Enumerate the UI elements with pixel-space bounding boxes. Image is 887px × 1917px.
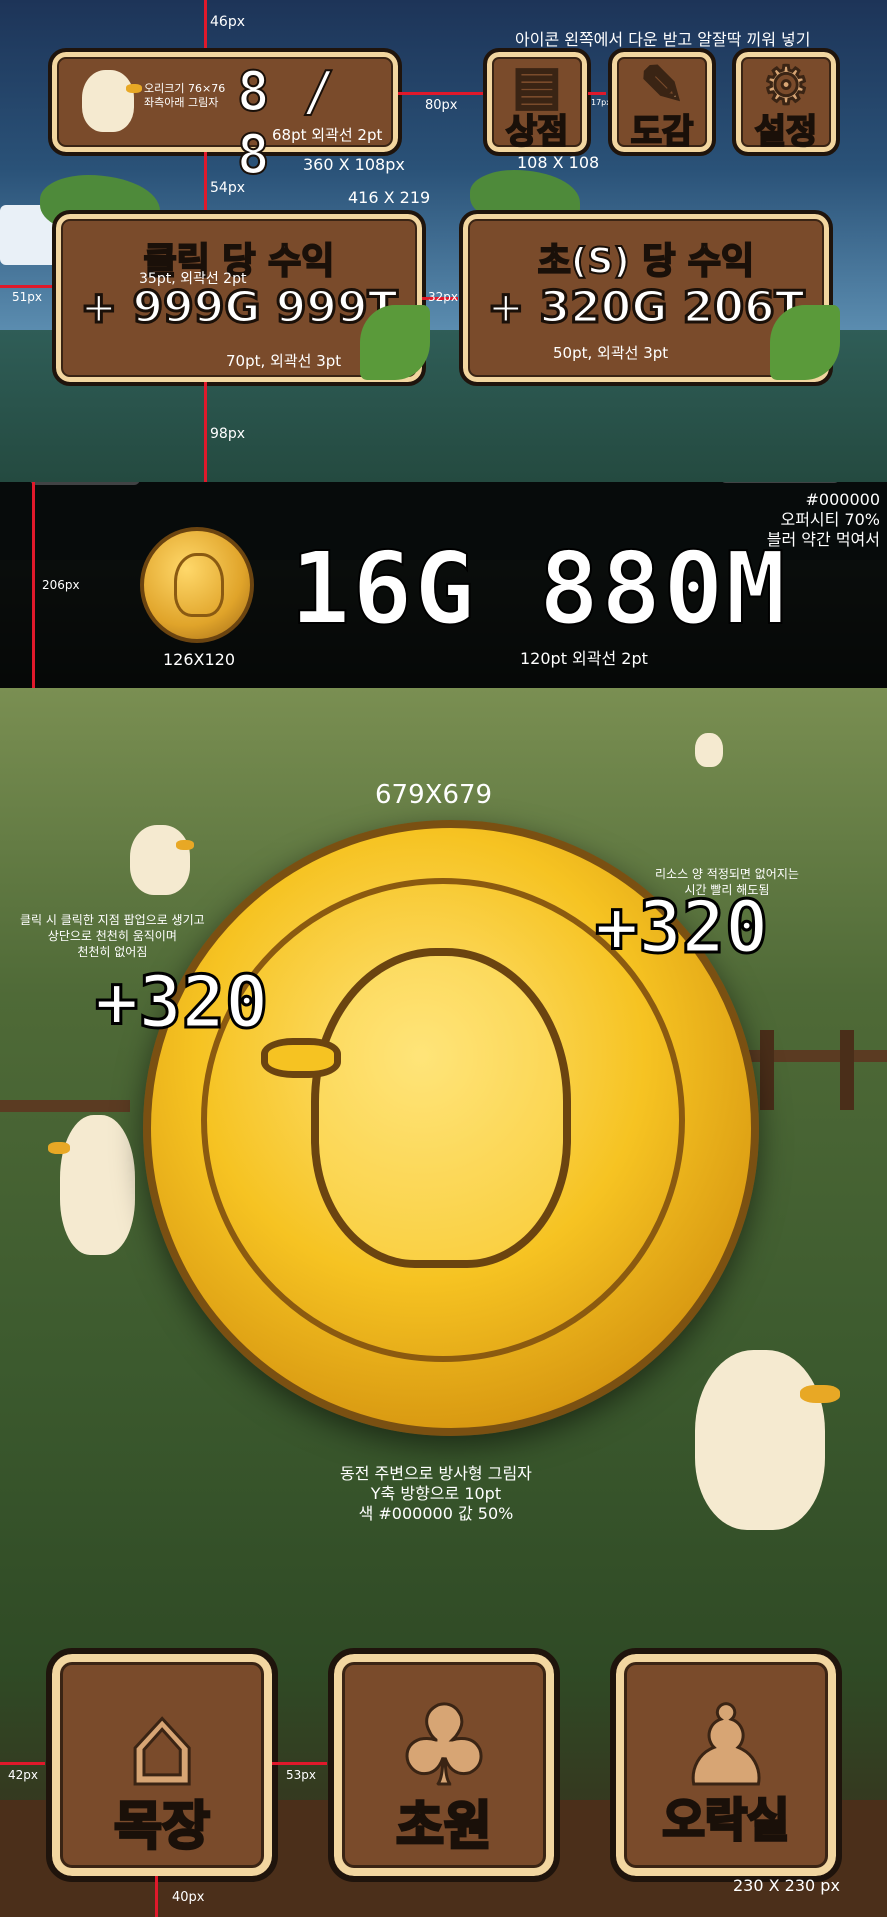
duck-beak bbox=[48, 1142, 70, 1154]
duck-count-font-note: 68pt 외곽선 2pt bbox=[272, 126, 383, 144]
gold-bar-style-note: #000000 오퍼시티 70% 블러 약간 먹여서 bbox=[766, 490, 880, 549]
duck-counter-panel: 오리크기 76×76 좌측아래 그림자 8 / 8 68pt 외곽선 2pt bbox=[48, 48, 402, 187]
spec-gap-label: 98px bbox=[210, 426, 245, 442]
leaf-decoration bbox=[770, 305, 840, 380]
duck-beak bbox=[800, 1385, 840, 1403]
duck-emblem-icon bbox=[311, 948, 571, 1268]
per-second-value-note: 50pt, 외곽선 3pt bbox=[553, 344, 669, 362]
per-click-value-note: 70pt, 외곽선 3pt bbox=[226, 352, 342, 370]
income-size-note: 416 X 219 bbox=[348, 188, 431, 207]
settings-button[interactable]: ⚙ 설정 bbox=[732, 48, 840, 156]
spec-gap-label: 40px bbox=[172, 1890, 205, 1905]
spec-gap-label: 51px bbox=[12, 290, 42, 304]
duck-counter-size-note: 360 X 108px bbox=[303, 155, 405, 174]
duck-beak bbox=[176, 840, 194, 850]
menu-size-note: 108 X 108 bbox=[517, 153, 600, 172]
spec-line bbox=[204, 152, 207, 212]
collection-label: 도감 bbox=[630, 111, 695, 153]
spec-line bbox=[0, 1762, 45, 1765]
leaf-decoration bbox=[360, 305, 430, 380]
spec-top-note: 아이콘 왼쪽에서 다운 받고 알잘딱 끼워 넣기 bbox=[515, 30, 811, 49]
coin-size-note: 126X120 bbox=[163, 650, 236, 669]
collection-button[interactable]: ✎ 도감 bbox=[608, 48, 716, 156]
spec-gap-label: 53px bbox=[286, 1768, 316, 1782]
popup-left-note: 클릭 시 클릭한 지점 팝업으로 생기고 상단으로 천천히 움직이며 천천히 없… bbox=[20, 913, 205, 959]
spec-line bbox=[398, 92, 484, 95]
duck-sprite bbox=[130, 825, 190, 895]
duck-icon-note: 오리크기 76×76 좌측아래 그림자 bbox=[144, 82, 226, 109]
spec-gap-label: 206px bbox=[42, 578, 80, 592]
arcade-nav-button[interactable]: ♟ 오락실 bbox=[610, 1648, 842, 1882]
shop-label: 상점 bbox=[505, 111, 570, 153]
click-popup-right: +320 bbox=[593, 884, 769, 971]
spec-gap-label: 42px bbox=[8, 1768, 38, 1782]
spec-line bbox=[32, 482, 35, 688]
spec-line bbox=[155, 1876, 158, 1917]
fence-post bbox=[840, 1030, 854, 1110]
duck-icon bbox=[82, 70, 134, 132]
settings-label: 설정 bbox=[754, 111, 819, 153]
gold-font-note: 120pt 외곽선 2pt bbox=[520, 649, 648, 668]
ranch-nav-button[interactable]: ⌂ 목장 bbox=[46, 1648, 278, 1882]
spec-line bbox=[0, 285, 52, 288]
spec-line bbox=[588, 92, 606, 95]
gold-coin-icon bbox=[140, 527, 254, 643]
fence-post bbox=[760, 1030, 774, 1110]
spec-line bbox=[204, 0, 207, 48]
spec-gap-label: 54px bbox=[210, 180, 245, 196]
main-coin-size-note: 679X679 bbox=[375, 780, 493, 810]
bottom-nav-size-note: 230 X 230 px bbox=[733, 1876, 840, 1895]
spec-gap-label: 46px bbox=[210, 14, 245, 30]
arcade-label: 오락실 bbox=[661, 1792, 791, 1849]
meadow-nav-button[interactable]: ♣ 초원 bbox=[328, 1648, 560, 1882]
spec-line bbox=[204, 382, 207, 482]
ranch-label: 목장 bbox=[113, 1796, 212, 1859]
spec-line bbox=[272, 1762, 327, 1765]
duck-icon-beak bbox=[126, 84, 142, 93]
fence-rail bbox=[0, 1100, 130, 1112]
duck-emblem-beak bbox=[261, 1038, 341, 1078]
meadow-label: 초원 bbox=[395, 1796, 494, 1859]
duck-sprite bbox=[695, 733, 723, 767]
per-second-title: 초(S) 당 수익 bbox=[537, 240, 755, 283]
click-popup-left: +320 bbox=[93, 959, 269, 1046]
main-coin-shadow-note: 동전 주변으로 방사형 그림자 Y축 방향으로 10pt 색 #000000 값… bbox=[340, 1464, 532, 1523]
duck-sprite bbox=[695, 1350, 825, 1530]
duck-sprite bbox=[60, 1115, 135, 1255]
spec-gap-label: 80px bbox=[425, 98, 458, 113]
coin-duck-outline bbox=[174, 553, 224, 617]
shop-button[interactable]: ▤ 상점 bbox=[483, 48, 591, 156]
spec-gap-label: 32px bbox=[428, 290, 458, 304]
